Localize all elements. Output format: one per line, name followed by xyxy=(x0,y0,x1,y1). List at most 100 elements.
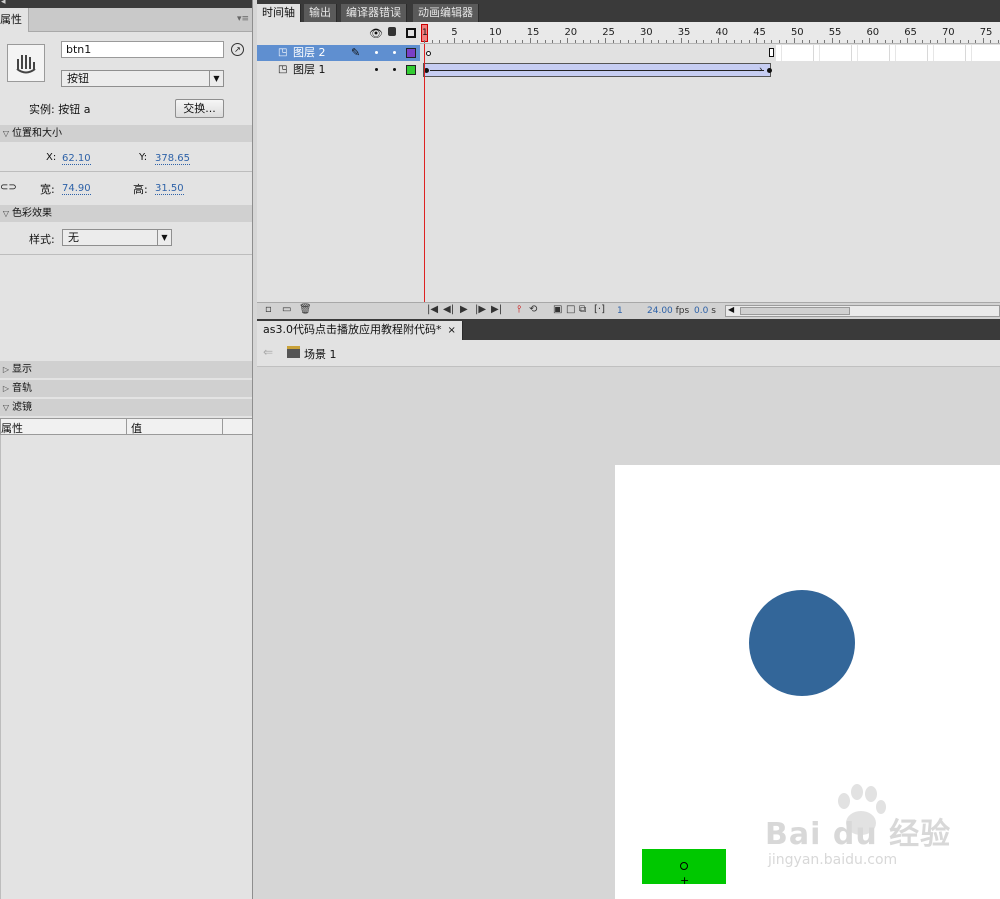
scroll-thumb[interactable] xyxy=(740,307,850,315)
frame-tick xyxy=(650,40,652,43)
lock-dot[interactable] xyxy=(393,68,396,71)
keyframe-dot[interactable] xyxy=(767,68,772,73)
layer-color-swatch[interactable] xyxy=(406,48,416,58)
new-folder-icon[interactable]: ▭ xyxy=(282,304,291,315)
frame-number-label: 20 xyxy=(564,27,578,38)
current-frame-value[interactable]: 1 xyxy=(617,306,623,316)
frames-row-layer-1[interactable]: › xyxy=(420,62,1000,78)
tab-timeline[interactable]: 时间轴 xyxy=(257,4,301,22)
frame-end-marker[interactable] xyxy=(769,48,774,57)
fps-value[interactable]: 24.00 fps xyxy=(647,306,689,316)
color-style-value: 无 xyxy=(68,231,79,244)
instance-name-input[interactable]: btn1 xyxy=(61,41,224,58)
lock-icon[interactable] xyxy=(388,27,396,36)
section-display[interactable]: ▷ 显示 xyxy=(0,361,252,378)
onion-skin-icon[interactable]: ▣ xyxy=(553,304,562,315)
frame-ruler[interactable]: 1 5 10 15 20 25 30 35 40 45 50 55 60 65 70 75 xyxy=(420,22,1000,44)
panel-top-strip: ◂ xyxy=(0,0,252,8)
panel-menu-icon[interactable]: ▾≡ xyxy=(237,14,249,24)
link-constrain-icon[interactable]: ⊂⊃ xyxy=(0,182,17,193)
frame-tick xyxy=(680,38,682,43)
layer-row-2[interactable]: ◳ 图层 2 ✎ xyxy=(257,45,420,61)
x-value[interactable]: 62.10 xyxy=(62,153,91,165)
first-frame-icon[interactable]: |◀ xyxy=(427,304,438,315)
new-layer-icon[interactable]: ▫ xyxy=(265,304,272,315)
width-value[interactable]: 74.90 xyxy=(62,183,91,195)
onion-outline-icon[interactable]: □ xyxy=(566,304,575,315)
last-frame-icon[interactable]: ▶| xyxy=(491,304,502,315)
edit-symbol-icon[interactable]: ↗ xyxy=(231,43,244,56)
scroll-left-icon[interactable]: ◀ xyxy=(728,305,734,314)
section-filters[interactable]: ▽ 滤镜 xyxy=(0,399,252,416)
section-color-effect[interactable]: ▽ 色彩效果 xyxy=(0,205,252,222)
eye-icon[interactable]: 👁 xyxy=(369,27,383,40)
green-button-instance[interactable]: + xyxy=(642,849,726,886)
height-value[interactable]: 31.50 xyxy=(155,183,184,195)
onion-markers-icon[interactable]: [·] xyxy=(594,304,605,315)
tab-compiler-errors[interactable]: 编译器错误 xyxy=(341,4,407,22)
frame-tick xyxy=(673,40,675,43)
frame-tick xyxy=(922,40,924,43)
lock-dot[interactable] xyxy=(393,51,396,54)
scene-label[interactable]: 场景 1 xyxy=(304,346,337,362)
outline-icon[interactable] xyxy=(406,28,416,38)
back-arrow-icon[interactable]: ⇐ xyxy=(263,345,273,359)
keyframe-empty[interactable] xyxy=(426,51,431,56)
col-divider xyxy=(222,419,223,434)
document-tab[interactable]: as3.0代码点击播放应用教程附代码* × xyxy=(257,321,463,340)
collapse-arrow-icon[interactable]: ◂ xyxy=(1,0,6,7)
filters-table-body xyxy=(0,435,252,899)
close-icon[interactable]: × xyxy=(447,325,455,336)
frame-tick xyxy=(582,40,584,43)
pencil-icon: ✎ xyxy=(351,46,361,59)
visibility-dot[interactable] xyxy=(375,51,378,54)
frame-tick xyxy=(854,40,856,43)
play-icon[interactable]: ▶ xyxy=(460,304,468,315)
elapsed-value[interactable]: 0.0 s xyxy=(694,306,716,316)
step-forward-icon[interactable]: |▶ xyxy=(475,304,486,315)
tab-motion-editor[interactable]: 动画编辑器 xyxy=(413,4,479,22)
layer-icon: ◳ xyxy=(278,47,288,58)
center-frame-icon[interactable]: ⫯ xyxy=(517,304,521,315)
frame-tick xyxy=(929,40,931,43)
edit-multiple-icon[interactable]: ⧉ xyxy=(579,304,586,315)
layer-color-swatch[interactable] xyxy=(406,65,416,75)
timeline-panel: 时间轴 输出 编译器错误 动画编辑器 👁 1 5 10 15 20 25 30 35 40 45… xyxy=(257,0,1000,319)
swap-button[interactable]: 交换... xyxy=(175,99,224,118)
loop-icon[interactable]: ⟲ xyxy=(529,304,537,315)
symbol-type-select[interactable]: 按钮 ▼ xyxy=(61,70,224,87)
x-label: X: xyxy=(46,152,57,163)
watermark-url: jingyan.baidu.com xyxy=(768,852,898,868)
layer-name: 图层 2 xyxy=(293,46,326,59)
frame-tick xyxy=(786,40,788,43)
frame-tick xyxy=(816,40,818,43)
divider xyxy=(0,171,252,172)
tab-properties[interactable]: 属性 xyxy=(0,8,29,32)
frame-number-label: 5 xyxy=(451,27,458,38)
frame-number-label: 45 xyxy=(753,27,766,38)
y-value[interactable]: 378.65 xyxy=(155,153,190,165)
layer-row-1[interactable]: ◳ 图层 1 xyxy=(257,62,420,78)
tab-output[interactable]: 输出 xyxy=(304,4,337,22)
layers-header: 👁 xyxy=(257,22,420,44)
timeline-scrollbar[interactable]: ◀ xyxy=(725,305,1000,317)
properties-panel: ◂ 属性 ▾≡ btn1 ↗ 按钮 ▼ 实例: 按钮 a 交换... ▽ 位置和大… xyxy=(0,0,253,899)
section-tracking[interactable]: ▷ 音轨 xyxy=(0,380,252,397)
delete-icon[interactable]: 🗑 xyxy=(299,304,312,315)
blue-circle[interactable] xyxy=(749,590,855,696)
frame-tick xyxy=(861,40,863,43)
stage[interactable]: + Bai du 经验 jingyan.baidu.com xyxy=(615,465,1000,899)
section-position-size[interactable]: ▽ 位置和大小 xyxy=(0,125,252,142)
style-label: 样式: xyxy=(29,233,55,246)
watermark-logo-text: Bai du 经验 xyxy=(765,817,952,852)
frame-tick xyxy=(914,40,916,43)
frame-tick xyxy=(831,38,833,43)
frame-tick xyxy=(990,40,992,43)
step-back-icon[interactable]: ◀| xyxy=(443,304,454,315)
visibility-dot[interactable] xyxy=(375,68,378,71)
arrowhead-icon: › xyxy=(759,65,763,75)
frame-tick xyxy=(944,38,946,43)
registration-point-icon xyxy=(680,862,688,870)
color-style-select[interactable]: 无 ▼ xyxy=(62,229,172,246)
frames-row-layer-2[interactable] xyxy=(420,45,1000,61)
